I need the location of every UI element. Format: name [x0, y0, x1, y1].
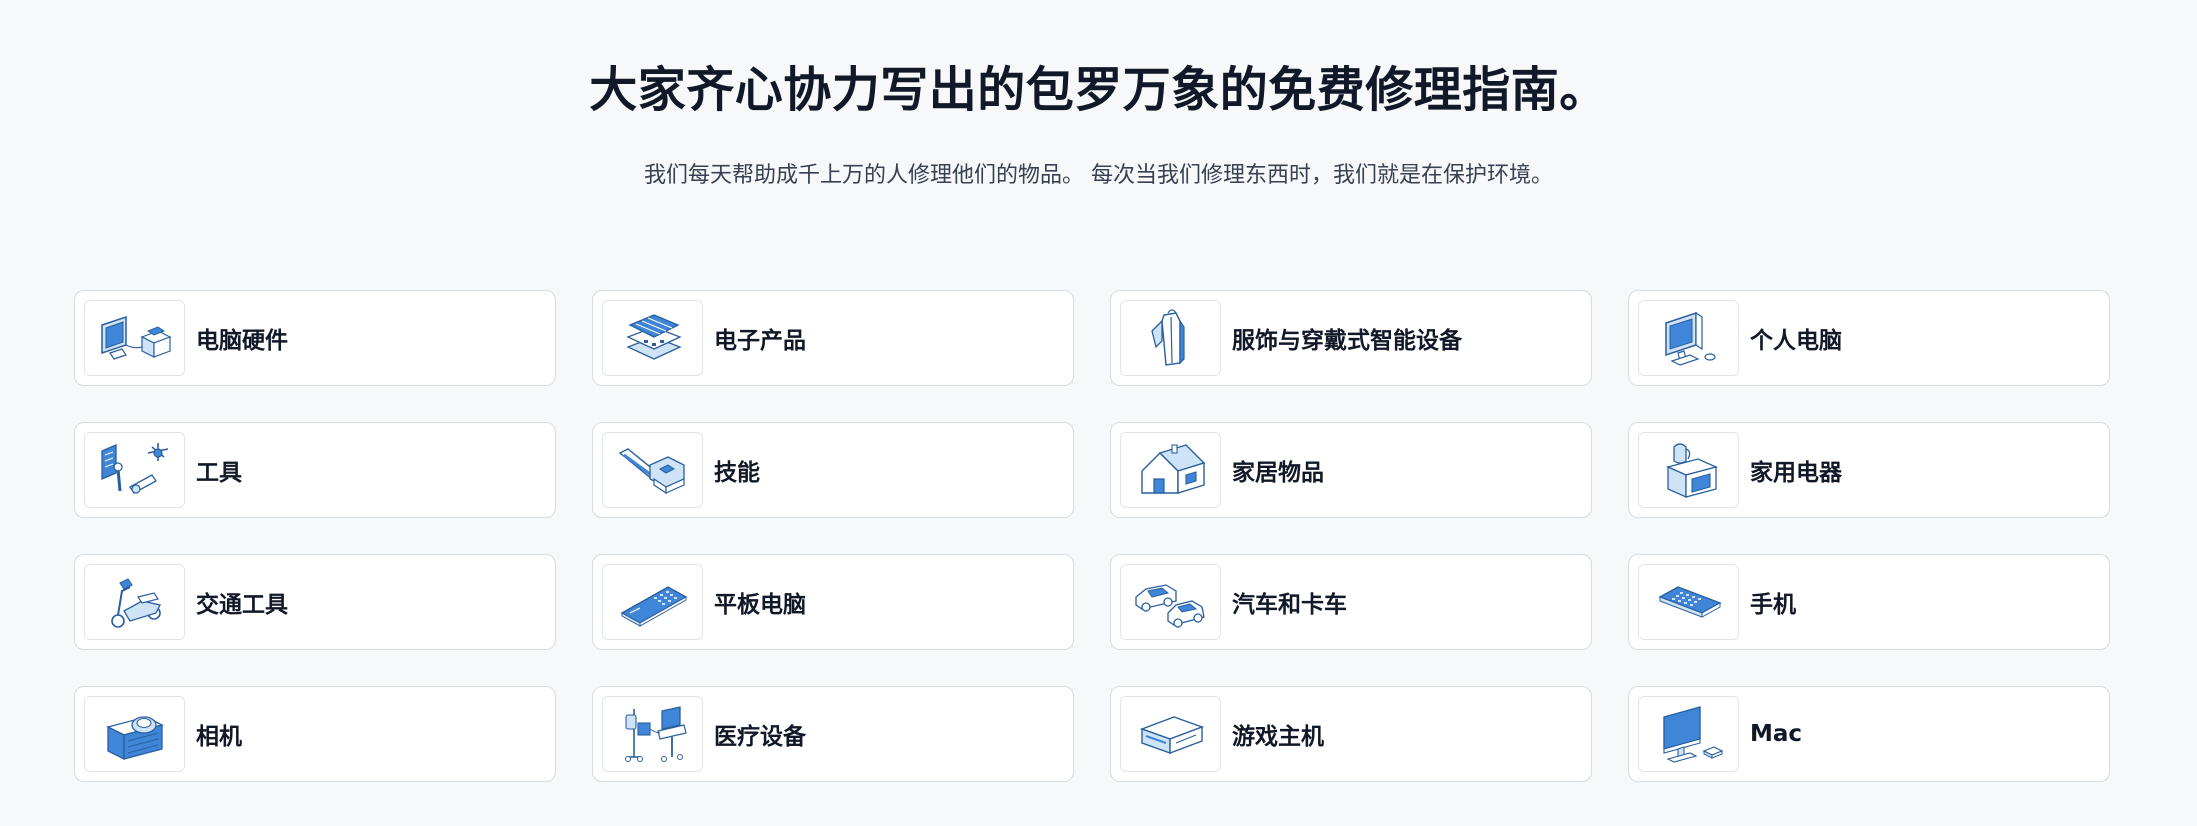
category-thumbnail: [1120, 300, 1221, 376]
category-card-electronics[interactable]: 电子产品: [592, 290, 1074, 386]
category-label: Mac: [1750, 721, 1803, 747]
category-label: 游戏主机: [1232, 724, 1324, 750]
category-thumbnail: [602, 696, 703, 772]
category-card-cars-trucks[interactable]: 汽车和卡车: [1110, 554, 1592, 650]
category-thumbnail: [1120, 696, 1221, 772]
category-thumbnail: [84, 300, 185, 376]
category-label: 家用电器: [1750, 460, 1842, 486]
category-card-mac[interactable]: Mac: [1628, 686, 2110, 782]
category-label: 相机: [196, 724, 242, 750]
category-label: 电脑硬件: [196, 328, 288, 354]
category-card-pc[interactable]: 个人电脑: [1628, 290, 2110, 386]
computer-hardware-icon: [100, 315, 171, 360]
category-card-phones[interactable]: 手机: [1628, 554, 2110, 650]
desktop-pc-icon: [1664, 311, 1716, 366]
category-thumbnail: [602, 432, 703, 508]
category-thumbnail: [1120, 432, 1221, 508]
category-grid: 电脑硬件 电子产品 服饰与穿戴式智能设备 个人电脑 工具 技能 家居物品 家用电…: [74, 290, 2110, 782]
game-console-icon: [1139, 716, 1204, 755]
category-card-computer-hardware[interactable]: 电脑硬件: [74, 290, 556, 386]
category-thumbnail: [1638, 564, 1739, 640]
category-card-cameras[interactable]: 相机: [74, 686, 556, 782]
category-card-tablets[interactable]: 平板电脑: [592, 554, 1074, 650]
car-truck-icon: [1134, 584, 1205, 628]
category-thumbnail: [1638, 696, 1739, 772]
category-thumbnail: [84, 564, 185, 640]
category-label: 交通工具: [196, 592, 288, 618]
house-icon: [1140, 444, 1205, 494]
scooter-icon: [110, 578, 161, 628]
category-label: 医疗设备: [714, 724, 806, 750]
appliance-icon: [1665, 443, 1718, 499]
page-title: 大家齐心协力写出的包罗万象的免费修理指南。: [589, 62, 1608, 118]
page: 大家齐心协力写出的包罗万象的免费修理指南。 我们每天帮助成千上万的人修理他们的物…: [0, 0, 2197, 826]
category-label: 电子产品: [714, 328, 806, 354]
category-label: 个人电脑: [1750, 328, 1842, 354]
category-card-vehicles[interactable]: 交通工具: [74, 554, 556, 650]
category-label: 技能: [714, 460, 760, 486]
category-card-medical[interactable]: 医疗设备: [592, 686, 1074, 782]
tools-icon: [100, 443, 168, 494]
jacket-icon: [1150, 309, 1185, 366]
category-card-household[interactable]: 家居物品: [1110, 422, 1592, 518]
camera-icon: [105, 716, 164, 761]
category-thumbnail: [84, 432, 185, 508]
category-thumbnail: [602, 300, 703, 376]
tablet-icon: [620, 586, 687, 627]
category-card-appliances[interactable]: 家用电器: [1628, 422, 2110, 518]
category-thumbnail: [602, 564, 703, 640]
mac-icon: [1662, 706, 1723, 763]
category-label: 服饰与穿戴式智能设备: [1232, 328, 1462, 354]
soldering-skill-icon: [618, 448, 685, 495]
medical-device-icon: [624, 706, 687, 762]
category-label: 工具: [196, 460, 242, 486]
phone-icon: [1657, 586, 1722, 618]
category-thumbnail: [84, 696, 185, 772]
category-thumbnail: [1638, 432, 1739, 508]
category-thumbnail: [1638, 300, 1739, 376]
category-card-game-consoles[interactable]: 游戏主机: [1110, 686, 1592, 782]
category-card-skills[interactable]: 技能: [592, 422, 1074, 518]
page-subtitle: 我们每天帮助成千上万的人修理他们的物品。 每次当我们修理东西时，我们就是在保护环…: [644, 163, 1553, 188]
circuit-board-icon: [625, 314, 682, 360]
category-card-apparel-wearables[interactable]: 服饰与穿戴式智能设备: [1110, 290, 1592, 386]
category-label: 家居物品: [1232, 460, 1324, 486]
category-card-tools[interactable]: 工具: [74, 422, 556, 518]
category-thumbnail: [1120, 564, 1221, 640]
category-label: 汽车和卡车: [1232, 592, 1347, 618]
category-label: 平板电脑: [714, 592, 806, 618]
category-label: 手机: [1750, 592, 1796, 618]
